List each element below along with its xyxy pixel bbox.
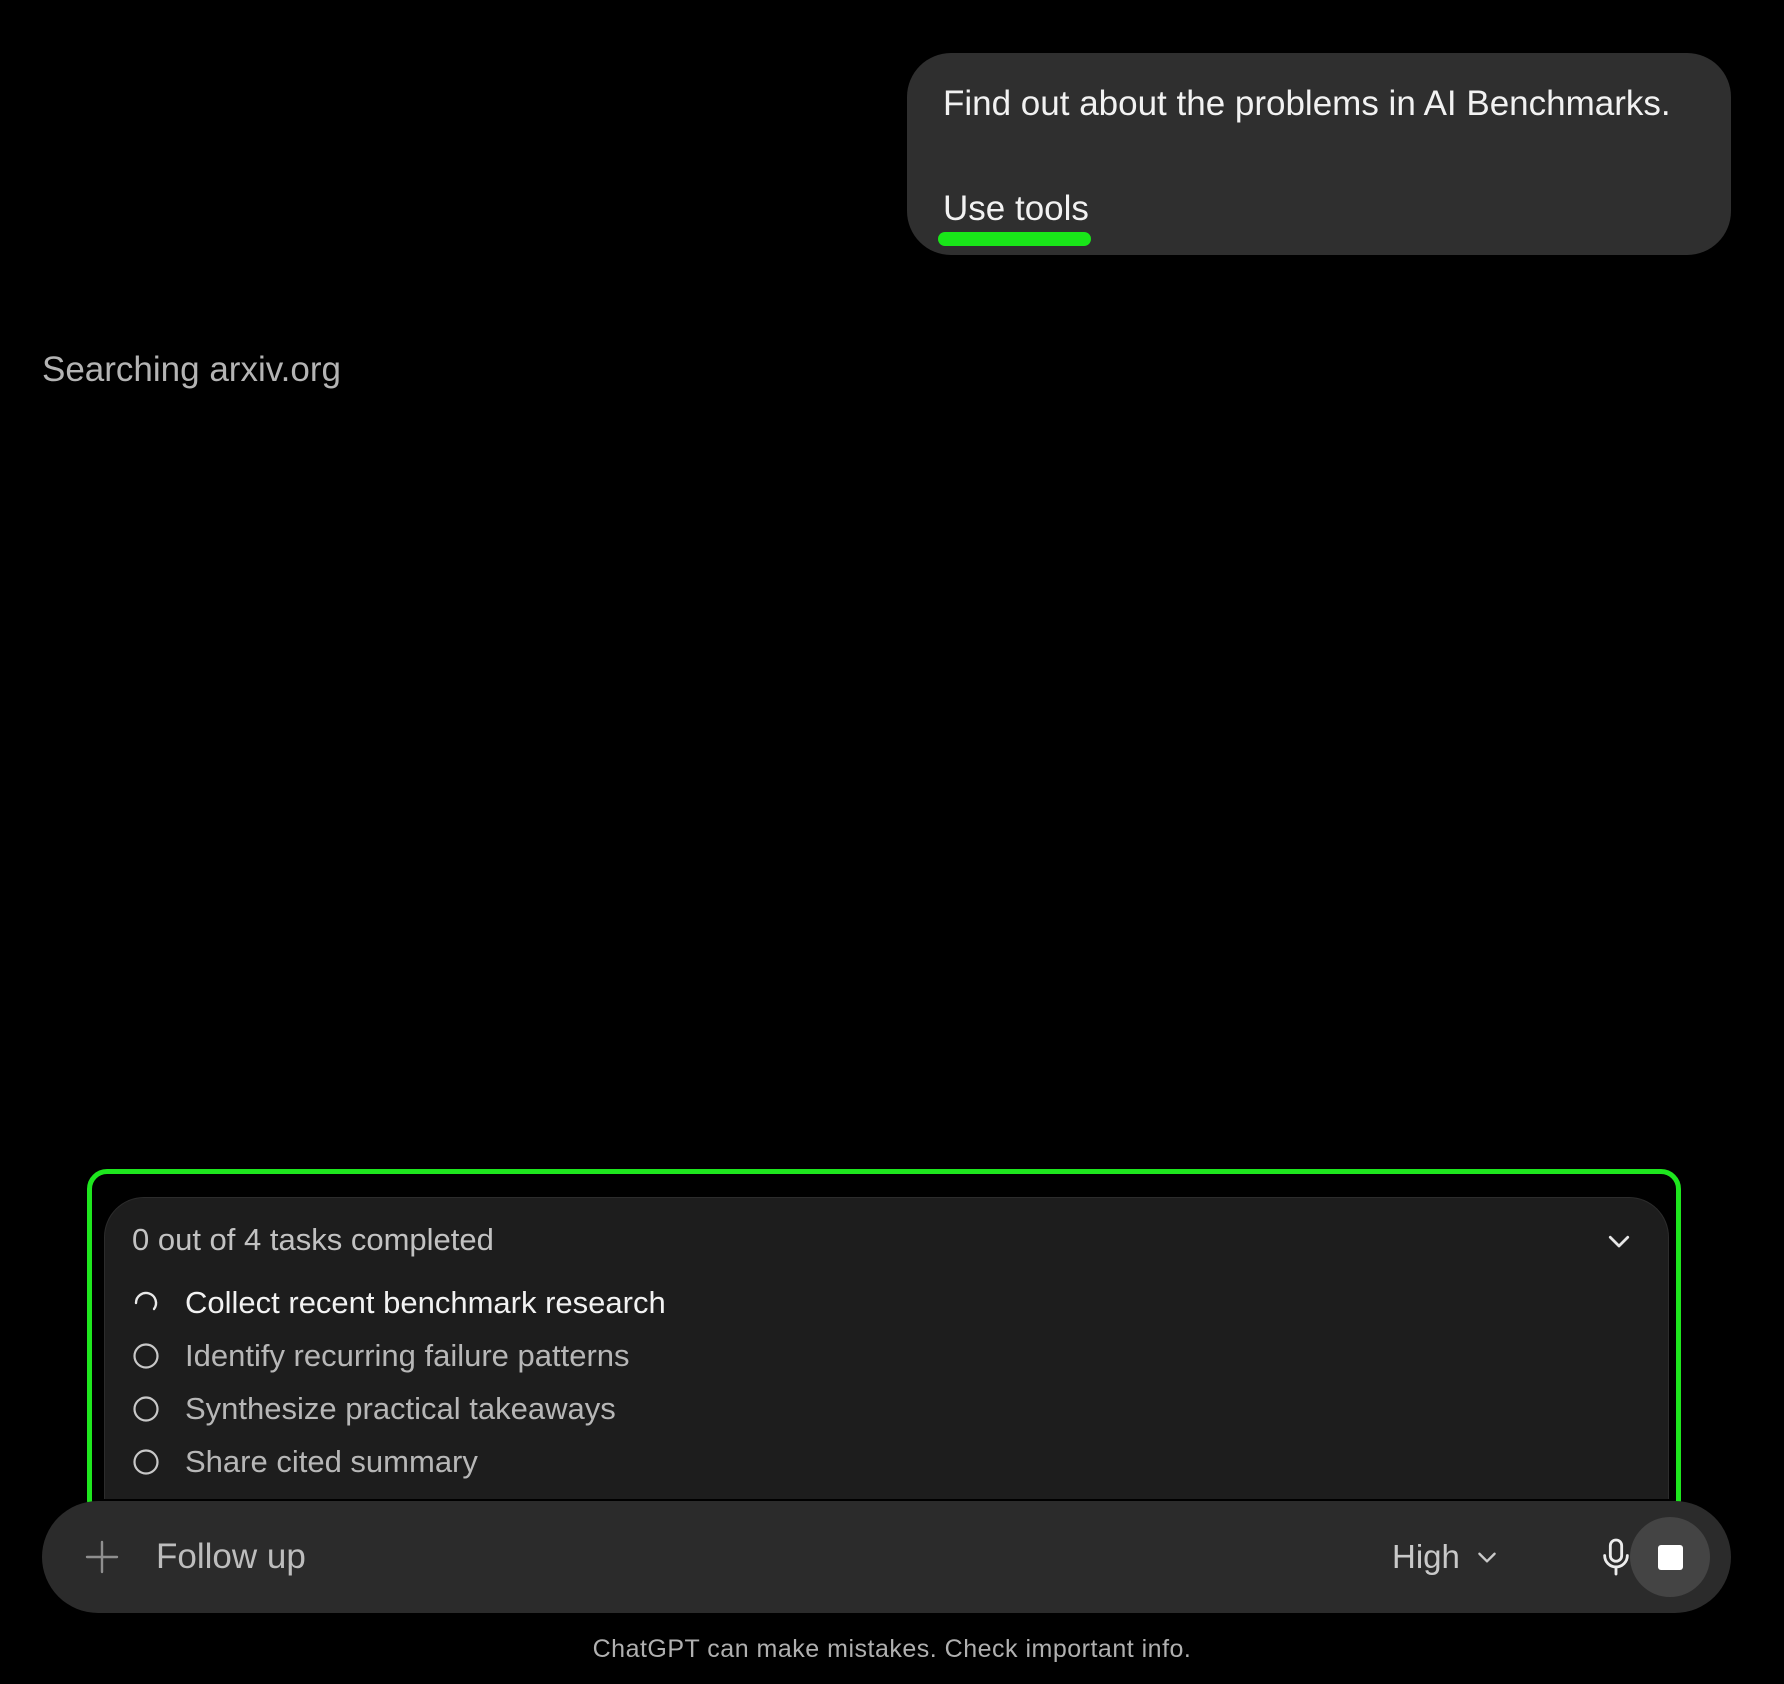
user-message-bubble: Find out about the problems in AI Benchm… [907, 53, 1731, 255]
microphone-icon [1603, 1538, 1629, 1576]
chat-page: Find out about the problems in AI Benchm… [0, 0, 1784, 1684]
follow-up-input[interactable] [156, 1531, 1056, 1583]
assistant-status: Searching arxiv.org [42, 350, 341, 389]
task-label: Share cited summary [185, 1443, 478, 1479]
effort-label: High [1392, 1538, 1460, 1575]
task-panel: 0 out of 4 tasks completed Collect recen… [104, 1197, 1669, 1499]
stop-icon [1657, 1544, 1683, 1570]
task-item: Share cited summary [132, 1435, 666, 1488]
circle-icon [133, 1448, 159, 1475]
disclaimer: ChatGPT can make mistakes. Check importa… [592, 1635, 1192, 1663]
task-item: Identify recurring failure patterns [132, 1329, 666, 1382]
user-message-line-2-text: Use tools [943, 189, 1089, 228]
chevron-down-icon[interactable] [1604, 1226, 1634, 1256]
task-item: Synthesize practical takeaways [132, 1382, 666, 1435]
plus-icon[interactable] [84, 1539, 120, 1575]
highlight-underline [938, 232, 1091, 246]
effort-select[interactable]: High [1392, 1531, 1500, 1583]
user-message-line-2: Use tools [938, 185, 1091, 246]
chevron-down-icon [1478, 1552, 1496, 1563]
spinner-icon [134, 1291, 158, 1310]
task-progress-summary: 0 out of 4 tasks completed [132, 1222, 494, 1257]
task-list: Collect recent benchmark research Identi… [132, 1276, 666, 1488]
task-item: Collect recent benchmark research [132, 1276, 666, 1329]
circle-icon [133, 1342, 159, 1369]
task-label: Identify recurring failure patterns [185, 1337, 630, 1373]
circle-icon [133, 1395, 159, 1422]
user-message-line-1: Find out about the problems in AI Benchm… [943, 84, 1671, 123]
task-label: Collect recent benchmark research [185, 1284, 666, 1320]
composer: High [42, 1501, 1731, 1613]
task-label: Synthesize practical takeaways [185, 1390, 616, 1426]
stop-button[interactable] [1630, 1517, 1710, 1597]
